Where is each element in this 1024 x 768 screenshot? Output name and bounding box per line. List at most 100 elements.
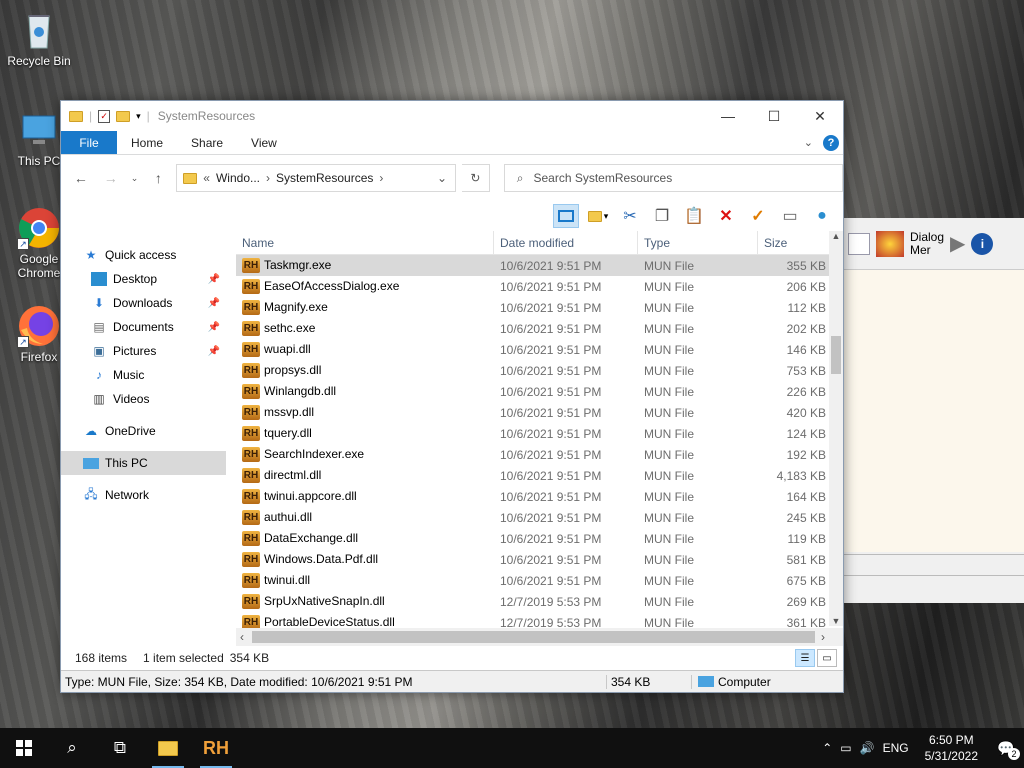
task-view-icon[interactable]: ⧉ (96, 728, 144, 768)
expand-ribbon-icon[interactable]: ⌄ (804, 136, 813, 149)
scroll-left-icon[interactable]: ‹ (240, 630, 244, 644)
desktop-icon-recycle-bin[interactable]: Recycle Bin (4, 8, 74, 68)
file-row[interactable]: RH sethc.exe 10/6/2021 9:51 PM MUN File 202 … (236, 318, 843, 339)
up-arrow-icon[interactable]: ↑ (147, 170, 171, 186)
file-row[interactable]: RH Windows.Data.Pdf.dll 10/6/2021 9:51 PM M… (236, 549, 843, 570)
breadcrumb-separator-icon[interactable]: › (379, 171, 383, 185)
nav-pictures[interactable]: ▣ Pictures 📌 (61, 339, 226, 363)
share-icon[interactable]: ● (809, 204, 835, 228)
scroll-thumb[interactable] (831, 336, 841, 374)
minimize-button[interactable]: — (705, 101, 751, 131)
help-icon[interactable]: ? (823, 134, 839, 151)
scroll-thumb[interactable] (252, 631, 815, 643)
breadcrumb-segment[interactable]: Windo... (216, 171, 260, 185)
large-icons-view-icon[interactable]: ▭ (817, 649, 837, 667)
start-button[interactable] (0, 728, 48, 768)
volume-icon[interactable]: 🔊 (860, 741, 875, 755)
resource-hacker-taskbar-button[interactable]: RH (192, 728, 240, 768)
overflow-chevron-icon[interactable]: « (203, 171, 210, 185)
search-input[interactable]: ⌕ Search SystemResources (503, 164, 843, 192)
new-folder-icon[interactable] (116, 110, 131, 122)
file-row[interactable]: RH EaseOfAccessDialog.exe 10/6/2021 9:51 P… (236, 276, 843, 297)
close-button[interactable]: ✕ (797, 101, 843, 131)
pin-icon[interactable]: 📌 (208, 322, 220, 333)
delete-icon[interactable]: ✕ (713, 204, 739, 228)
file-name-cell: RH wuapi.dll (242, 341, 311, 358)
search-icon[interactable]: ⌕ (48, 728, 96, 768)
dialog-menu-button[interactable]: Dialog Mer (910, 230, 944, 257)
background-app-window[interactable]: Dialog Mer ▶ i (843, 218, 1024, 603)
column-name[interactable]: Name (236, 231, 494, 254)
nav-music[interactable]: ♪ Music (61, 363, 226, 387)
properties-icon[interactable]: ✓ (98, 109, 111, 123)
back-arrow-icon[interactable]: ← (69, 170, 93, 186)
play-icon[interactable]: ▶ (950, 231, 965, 256)
file-row[interactable]: RH Taskmgr.exe 10/6/2021 9:51 PM MUN File 35… (236, 255, 843, 276)
nav-videos[interactable]: ▥ Videos (61, 387, 226, 411)
explorer-window[interactable]: | ✓ ▾ | SystemResources — ☐ ✕ File Home … (60, 100, 844, 693)
pin-icon[interactable]: 📌 (208, 346, 220, 357)
maximize-button[interactable]: ☐ (751, 101, 797, 131)
add-icon-icon[interactable] (876, 230, 904, 257)
file-row[interactable]: RH wuapi.dll 10/6/2021 9:51 PM MUN File 146 … (236, 339, 843, 360)
add-image-icon[interactable] (848, 232, 870, 255)
tab-share[interactable]: Share (177, 131, 237, 154)
customize-toolbar-icon[interactable]: ▾ (136, 111, 141, 122)
refresh-button[interactable]: ↻ (461, 164, 490, 192)
pin-icon[interactable]: 📌 (208, 274, 220, 285)
file-row[interactable]: RH authui.dll 10/6/2021 9:51 PM MUN File 245… (236, 507, 843, 528)
file-row[interactable]: RH Magnify.exe 10/6/2021 9:51 PM MUN File 11… (236, 297, 843, 318)
column-date-modified[interactable]: Date modified (494, 231, 638, 254)
nav-quick-access[interactable]: ★ Quick access (61, 243, 226, 267)
tab-file[interactable]: File (61, 131, 117, 154)
file-row[interactable]: RH Winlangdb.dll 10/6/2021 9:51 PM MUN File… (236, 381, 843, 402)
nav-desktop[interactable]: Desktop 📌 (61, 267, 226, 291)
preview-pane-icon[interactable] (553, 204, 579, 228)
nav-documents[interactable]: ▤ Documents 📌 (61, 315, 226, 339)
email-icon[interactable]: ▭ (777, 204, 803, 228)
file-row[interactable]: RH mssvp.dll 10/6/2021 9:51 PM MUN File 420 … (236, 402, 843, 423)
show-hidden-icons-icon[interactable]: ⌃ (822, 741, 832, 755)
clock[interactable]: 6:50 PM 5/31/2022 (917, 732, 986, 764)
tab-home[interactable]: Home (117, 131, 177, 154)
file-row[interactable]: RH DataExchange.dll 10/6/2021 9:51 PM MUN F… (236, 528, 843, 549)
file-row[interactable]: RH SearchIndexer.exe 10/6/2021 9:51 PM MUN … (236, 444, 843, 465)
vertical-scrollbar[interactable]: ▲ ▼ (829, 231, 843, 626)
open-with-icon[interactable]: ▾ (585, 204, 611, 228)
file-row[interactable]: RH propsys.dll 10/6/2021 9:51 PM MUN File 75… (236, 360, 843, 381)
column-headers: Name Date modified Type Size (236, 231, 843, 255)
pin-icon[interactable]: 📌 (208, 298, 220, 309)
language-indicator[interactable]: ENG (883, 741, 909, 755)
rename-icon[interactable]: ✓ (745, 204, 771, 228)
file-row[interactable]: RH tquery.dll 10/6/2021 9:51 PM MUN File 124… (236, 423, 843, 444)
file-row[interactable]: RH SrpUxNativeSnapIn.dll 12/7/2019 5:53 PM… (236, 591, 843, 612)
recent-locations-icon[interactable]: ⌄ (129, 173, 141, 184)
file-row[interactable]: RH twinui.appcore.dll 10/6/2021 9:51 PM MUN… (236, 486, 843, 507)
file-row[interactable]: RH twinui.dll 10/6/2021 9:51 PM MUN File 675… (236, 570, 843, 591)
action-center-icon[interactable]: 💬 2 (994, 738, 1020, 760)
copy-icon[interactable]: ❐ (649, 204, 675, 228)
nav-onedrive[interactable]: ☁ OneDrive (61, 419, 226, 443)
nav-this-pc[interactable]: This PC (61, 451, 226, 475)
network-icon[interactable]: ▭ (840, 741, 851, 755)
breadcrumb-segment[interactable]: SystemResources (276, 171, 373, 185)
scroll-right-icon[interactable]: › (821, 630, 825, 644)
scroll-up-icon[interactable]: ▲ (829, 231, 843, 241)
file-row[interactable]: RH directml.dll 10/6/2021 9:51 PM MUN File 4… (236, 465, 843, 486)
horizontal-scrollbar[interactable]: ‹ › (236, 628, 843, 646)
nav-network[interactable]: 🖧 Network (61, 483, 226, 507)
scroll-down-icon[interactable]: ▼ (829, 616, 843, 626)
address-bar[interactable]: « Windo... › SystemResources › ⌄ (176, 164, 456, 192)
info-icon[interactable]: i (971, 232, 994, 255)
breadcrumb-separator-icon[interactable]: › (266, 171, 270, 185)
details-view-icon[interactable]: ☰ (795, 649, 815, 667)
file-explorer-taskbar-button[interactable] (144, 728, 192, 768)
column-type[interactable]: Type (638, 231, 758, 254)
tab-view[interactable]: View (237, 131, 291, 154)
address-dropdown-icon[interactable]: ⌄ (429, 165, 455, 191)
column-size[interactable]: Size (758, 231, 830, 254)
cut-icon[interactable]: ✂ (617, 204, 643, 228)
nav-downloads[interactable]: ⬇ Downloads 📌 (61, 291, 226, 315)
paste-icon[interactable]: 📋 (681, 204, 707, 228)
forward-arrow-icon[interactable]: → (99, 170, 123, 186)
